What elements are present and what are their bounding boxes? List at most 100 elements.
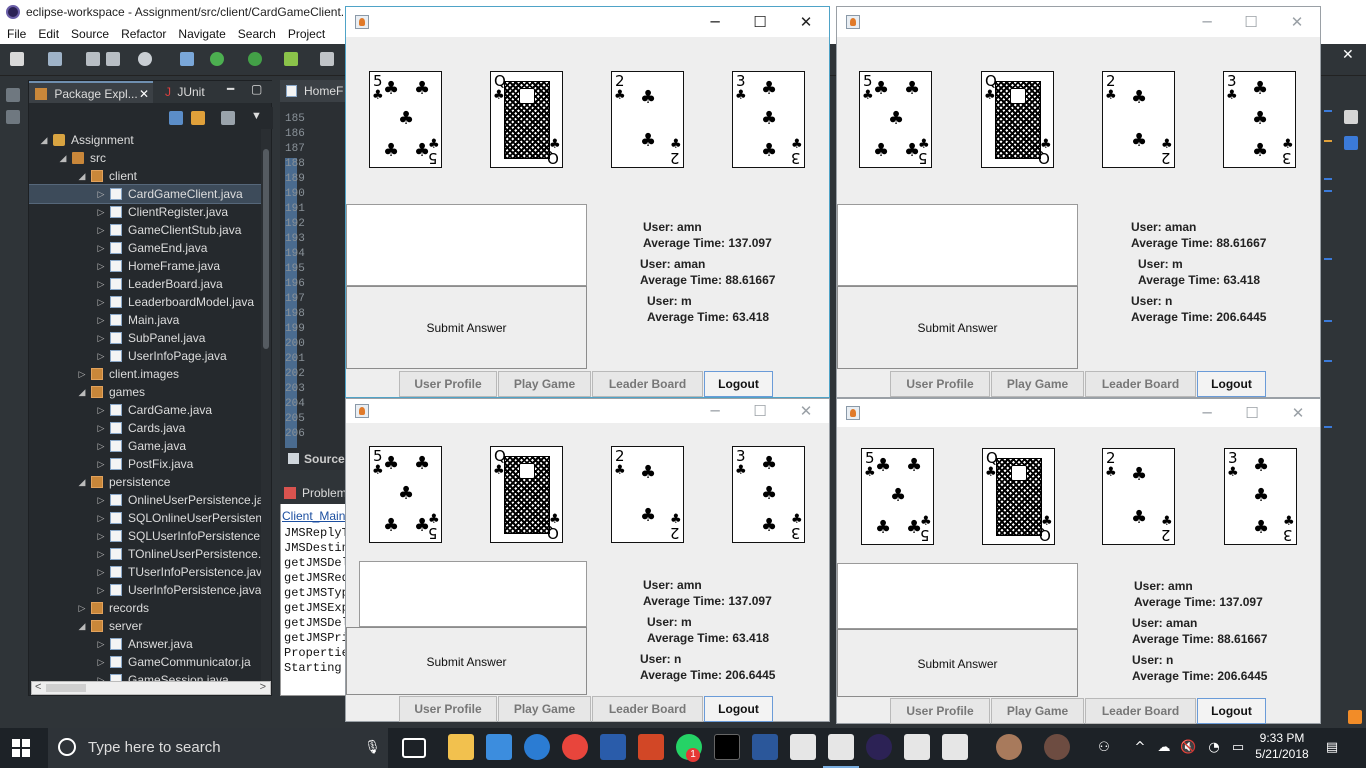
collapsed-arrow-icon[interactable]: ▷: [96, 221, 106, 239]
logout-button[interactable]: Logout: [1197, 371, 1266, 397]
tree-item[interactable]: ▷ records: [29, 599, 261, 617]
play-game-button[interactable]: Play Game: [498, 371, 591, 397]
playing-card[interactable]: 2 2 ♣ ♣ ♣ ♣: [611, 446, 684, 543]
collapsed-arrow-icon[interactable]: ▷: [77, 599, 87, 617]
logout-button[interactable]: Logout: [1197, 698, 1266, 724]
powershell-icon[interactable]: [600, 734, 626, 760]
tree-item[interactable]: ◢ persistence: [29, 473, 261, 491]
cloud-icon[interactable]: ☁: [1156, 740, 1172, 756]
microphone-icon[interactable]: 🎙: [364, 740, 381, 756]
tree-item[interactable]: ▷ Game.java: [29, 437, 261, 455]
action-center-icon[interactable]: ▤: [1324, 740, 1340, 756]
collapsed-arrow-icon[interactable]: ▷: [96, 653, 106, 671]
tree-item[interactable]: ◢ client: [29, 167, 261, 185]
close-icon[interactable]: ✕: [1287, 403, 1309, 423]
close-icon[interactable]: ✕: [1342, 46, 1354, 63]
collapsed-arrow-icon[interactable]: ▷: [96, 545, 106, 563]
collapsed-arrow-icon[interactable]: ▷: [96, 401, 106, 419]
save-all-icon[interactable]: [106, 52, 120, 66]
leader-board-button[interactable]: Leader Board: [1085, 371, 1196, 397]
word-icon[interactable]: [752, 734, 778, 760]
playing-card[interactable]: 2 2 ♣ ♣ ♣ ♣: [1102, 448, 1175, 545]
java-icon[interactable]: [942, 734, 968, 760]
tree-item[interactable]: ◢ Assignment: [29, 131, 261, 149]
tree-item[interactable]: ▷ Cards.java: [29, 419, 261, 437]
tree-item[interactable]: ▷ client.images: [29, 365, 261, 383]
store-icon[interactable]: [486, 734, 512, 760]
tab-source[interactable]: Source: [284, 450, 350, 468]
tree-item[interactable]: ▷ CardGame.java: [29, 401, 261, 419]
collapsed-arrow-icon[interactable]: ▷: [96, 275, 106, 293]
open-type-icon[interactable]: [320, 52, 334, 66]
collapse-all-icon[interactable]: [169, 111, 183, 125]
file-explorer-icon[interactable]: [448, 734, 474, 760]
tab-problems[interactable]: Problem: [280, 482, 350, 504]
menu-item-search[interactable]: Search: [231, 24, 281, 41]
collapsed-arrow-icon[interactable]: ▷: [96, 527, 106, 545]
playing-card[interactable]: 5 5 ♣ ♣ ♣ ♣ ♣ ♣ ♣: [859, 71, 932, 168]
collapsed-arrow-icon[interactable]: ▷: [96, 329, 106, 347]
java-icon[interactable]: [904, 734, 930, 760]
collapsed-arrow-icon[interactable]: ▷: [96, 257, 106, 275]
playing-card[interactable]: 5 5 ♣ ♣ ♣ ♣ ♣ ♣ ♣: [369, 71, 442, 168]
collapsed-arrow-icon[interactable]: ▷: [96, 239, 106, 257]
chevron-up-icon[interactable]: ^: [1132, 740, 1148, 756]
tree-item[interactable]: ▷ SQLUserInfoPersistence.: [29, 527, 261, 545]
tree-item[interactable]: ▷ CardGameClient.java: [29, 184, 261, 204]
volume-mute-icon[interactable]: 🔇: [1180, 740, 1196, 756]
tree-item[interactable]: ▷ GameCommunicator.ja: [29, 653, 261, 671]
save-icon[interactable]: [86, 52, 100, 66]
package-explorer-hscroll[interactable]: < >: [31, 681, 271, 695]
filter-icon[interactable]: [221, 111, 235, 125]
playing-card[interactable]: 3 3 ♣ ♣ ♣ ♣ ♣: [1224, 448, 1297, 545]
play-game-button[interactable]: Play Game: [498, 696, 591, 722]
logout-button[interactable]: Logout: [704, 696, 773, 722]
playing-card[interactable]: 3 3 ♣ ♣ ♣ ♣ ♣: [732, 71, 805, 168]
debug-icon[interactable]: [210, 52, 224, 66]
minimize-icon[interactable]: ─: [1196, 12, 1218, 32]
collapsed-arrow-icon[interactable]: ▷: [96, 419, 106, 437]
playing-card[interactable]: Q Q ♣ ♣: [490, 71, 563, 168]
close-icon[interactable]: ✕: [795, 401, 817, 421]
start-button[interactable]: [12, 739, 30, 757]
new-icon[interactable]: [10, 52, 24, 66]
tree-item[interactable]: ▷ HomeFrame.java: [29, 257, 261, 275]
minimize-icon[interactable]: ─: [704, 12, 726, 32]
eclipse-icon[interactable]: [866, 734, 892, 760]
collapsed-arrow-icon[interactable]: ▷: [96, 581, 106, 599]
package-explorer-vscroll[interactable]: [261, 129, 271, 685]
external-tools-icon[interactable]: [284, 52, 298, 66]
collapsed-arrow-icon[interactable]: ▷: [77, 365, 87, 383]
close-icon[interactable]: ✕: [139, 83, 149, 105]
user-profile-button[interactable]: User Profile: [399, 371, 497, 397]
submit-answer-button[interactable]: Submit Answer: [346, 627, 587, 695]
clock[interactable]: 9:33 PM 5/21/2018: [1250, 731, 1314, 761]
tree-item[interactable]: ▷ OnlineUserPersistence.ja: [29, 491, 261, 509]
profile-icon[interactable]: [138, 52, 152, 66]
user-profile-button[interactable]: User Profile: [890, 371, 990, 397]
submit-answer-button[interactable]: Submit Answer: [346, 286, 587, 369]
user-profile-button[interactable]: User Profile: [890, 698, 990, 724]
avatar[interactable]: [996, 734, 1022, 760]
skip-breakpoints-icon[interactable]: [180, 52, 194, 66]
collapsed-arrow-icon[interactable]: ▷: [96, 293, 106, 311]
java-icon[interactable]: [790, 734, 816, 760]
tree-item[interactable]: ▷ TUserInfoPersistence.jav: [29, 563, 261, 581]
people-icon[interactable]: ⚇: [1096, 740, 1112, 756]
maximize-icon[interactable]: ☐: [1241, 403, 1263, 423]
submit-answer-button[interactable]: Submit Answer: [837, 286, 1078, 369]
playing-card[interactable]: 3 3 ♣ ♣ ♣ ♣ ♣: [732, 446, 805, 543]
restore-icon[interactable]: [6, 88, 20, 102]
playing-card[interactable]: Q Q ♣ ♣: [981, 71, 1054, 168]
expanded-arrow-icon[interactable]: ◢: [77, 473, 87, 491]
battery-icon[interactable]: ▭: [1230, 740, 1246, 756]
new-project-icon[interactable]: [48, 52, 62, 66]
menu-item-edit[interactable]: Edit: [31, 24, 64, 41]
answer-input[interactable]: [837, 204, 1078, 286]
chrome-icon[interactable]: [562, 734, 588, 760]
tree-item[interactable]: ◢ games: [29, 383, 261, 401]
leader-board-button[interactable]: Leader Board: [592, 696, 703, 722]
taskbar-search[interactable]: Type here to search: [48, 728, 388, 768]
expanded-arrow-icon[interactable]: ◢: [77, 167, 87, 185]
collapsed-arrow-icon[interactable]: ▷: [96, 347, 106, 365]
